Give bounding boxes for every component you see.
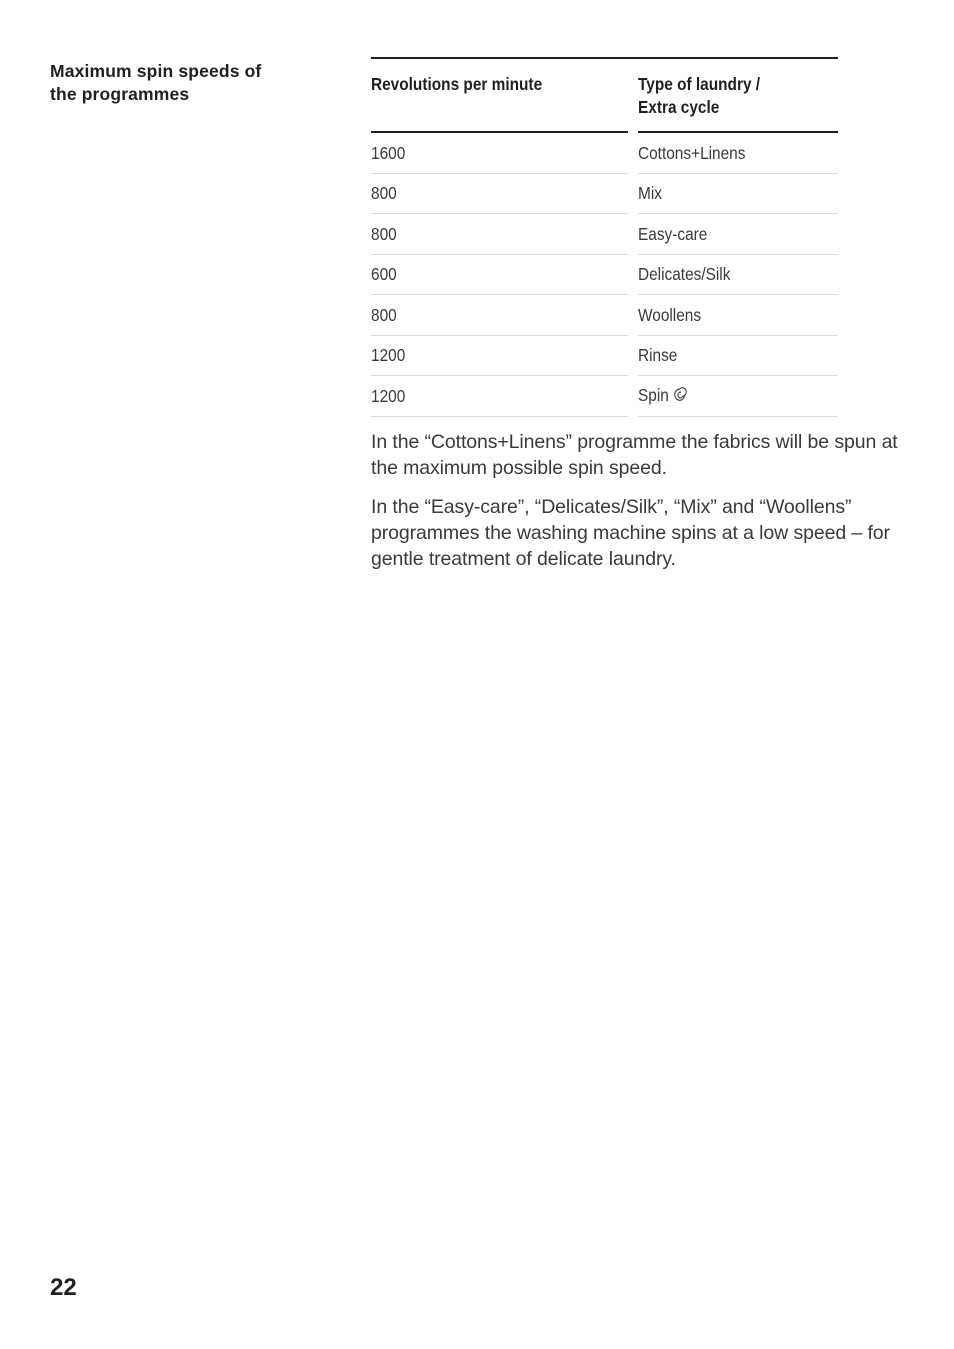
table-cell-rpm-value: 800 <box>371 183 397 204</box>
table-row-separator-left <box>371 172 628 174</box>
table-row-separator-right <box>638 172 838 174</box>
table-header-label-rpm: Revolutions per minute <box>371 74 543 94</box>
table-row: 1200 Spin <box>371 376 838 416</box>
table-cell-type: Woollens <box>638 304 838 326</box>
table-row-separator <box>371 294 838 295</box>
table-header-label-type: Type of laundry / Extra cycle <box>638 73 837 119</box>
table-row-separator-right <box>638 375 838 376</box>
table-row-separator <box>371 375 838 376</box>
table-header-rule-left <box>371 131 628 133</box>
table-cell-rpm: 800 <box>371 304 628 326</box>
table-cell-type-value: Cottons+Linens <box>638 142 746 163</box>
table-row-separator <box>371 172 838 174</box>
table-cell-type-value: Easy-care <box>638 223 708 244</box>
table-cell-rpm: 800 <box>371 182 628 204</box>
table-row-separator-left <box>371 253 628 255</box>
table-row: 600 Delicates/Silk <box>371 255 838 295</box>
paragraph-cottons-linens: In the “Cottons+Linens” programme the fa… <box>371 431 898 480</box>
table-row-separator-left <box>371 334 628 336</box>
table-row-separator <box>371 213 838 214</box>
table-cell-type-label-spin: Spin <box>638 384 669 405</box>
table-row-separator-right <box>638 294 838 295</box>
table-cell-type: Easy-care <box>638 223 838 245</box>
table-row-separator <box>371 334 838 336</box>
table-header-label-type-line-1: Type of laundry / <box>638 74 761 94</box>
table-header-rule <box>371 131 838 133</box>
table-bottom-rule-left <box>371 415 628 417</box>
table-cell-rpm: 1600 <box>371 142 628 164</box>
table-cell-type-value-spin: Spin <box>638 384 837 408</box>
table-header-rule-right <box>638 131 838 133</box>
section-heading-line-2: the programmes <box>50 84 190 104</box>
table-row: 1600 Cottons+Linens <box>371 133 838 173</box>
page-number: 22 <box>50 1274 77 1301</box>
paragraph-gentle-programmes: In the “Easy-care”, “Delicates/Silk”, “M… <box>371 496 890 571</box>
table-header-row: Revolutions per minute Type of laundry /… <box>371 59 838 131</box>
table-row-separator-left <box>371 375 628 376</box>
table-cell-type-value: Woollens <box>638 304 702 325</box>
table-cell-type-value: Mix <box>638 183 662 204</box>
table-cell-type: Mix <box>638 182 838 204</box>
table-cell-type: Rinse <box>638 344 838 366</box>
table-cell-rpm: 1200 <box>371 344 628 366</box>
table-cell-rpm-value: 800 <box>371 304 397 325</box>
table-row-separator-left <box>371 294 628 295</box>
table-cell-rpm-value: 600 <box>371 264 397 285</box>
table-row-separator-right <box>638 253 838 255</box>
table-bottom-rule-right <box>638 415 838 417</box>
table-row-separator-right <box>638 334 838 336</box>
spiral-spin-icon <box>672 386 687 408</box>
table-cell-rpm-value: 1200 <box>371 385 406 406</box>
table-cell-rpm-value: 800 <box>371 223 397 244</box>
table-row-separator <box>371 253 838 255</box>
table-row-separator-left <box>371 213 628 214</box>
table-row: 1200 Rinse <box>371 336 838 376</box>
table-cell-type: Spin <box>638 384 838 408</box>
table-cell-type-value: Rinse <box>638 345 678 366</box>
table-header-cell-rpm: Revolutions per minute <box>371 73 628 96</box>
table-bottom-rule <box>371 415 838 417</box>
table-cell-type: Cottons+Linens <box>638 142 838 164</box>
table-cell-rpm-value: 1600 <box>371 142 406 163</box>
table-row-separator-right <box>638 213 838 214</box>
table-cell-rpm: 600 <box>371 263 628 285</box>
section-heading-line-1: Maximum spin speeds of <box>50 61 262 81</box>
spin-speeds-table: Revolutions per minute Type of laundry /… <box>371 57 838 417</box>
table-cell-rpm: 1200 <box>371 385 628 407</box>
table-row: 800 Easy-care <box>371 214 838 254</box>
section-heading: Maximum spin speeds of the programmes <box>50 60 350 106</box>
table-header-cell-type: Type of laundry / Extra cycle <box>638 73 838 119</box>
table-cell-rpm-value: 1200 <box>371 345 406 366</box>
table-cell-type: Delicates/Silk <box>638 263 838 285</box>
table-cell-rpm: 800 <box>371 223 628 245</box>
table-cell-type-value: Delicates/Silk <box>638 264 731 285</box>
table-header-label-type-line-2: Extra cycle <box>638 97 720 117</box>
table-row: 800 Mix <box>371 174 838 214</box>
table-row: 800 Woollens <box>371 295 838 335</box>
